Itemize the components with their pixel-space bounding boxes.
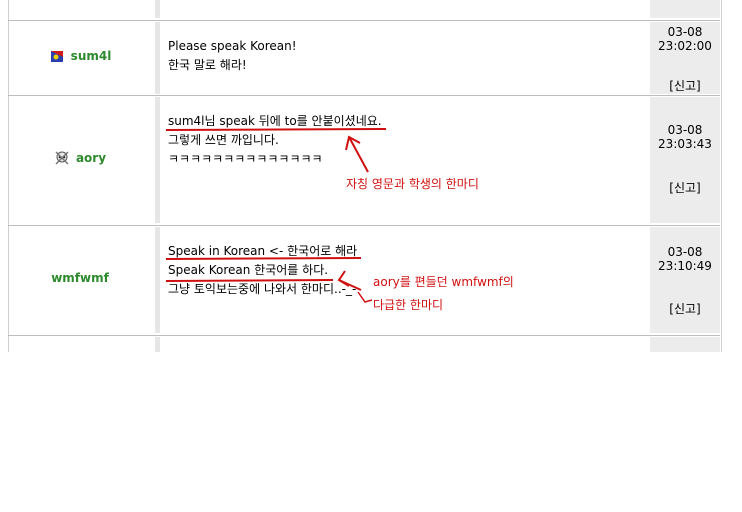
markup-overlay bbox=[165, 128, 387, 303]
underline-mark bbox=[165, 128, 387, 131]
arrow-icon bbox=[345, 135, 369, 173]
underline-mark bbox=[165, 257, 362, 260]
connector-mark bbox=[357, 291, 373, 303]
arrow-icon bbox=[337, 270, 362, 291]
underline-mark bbox=[165, 279, 334, 282]
